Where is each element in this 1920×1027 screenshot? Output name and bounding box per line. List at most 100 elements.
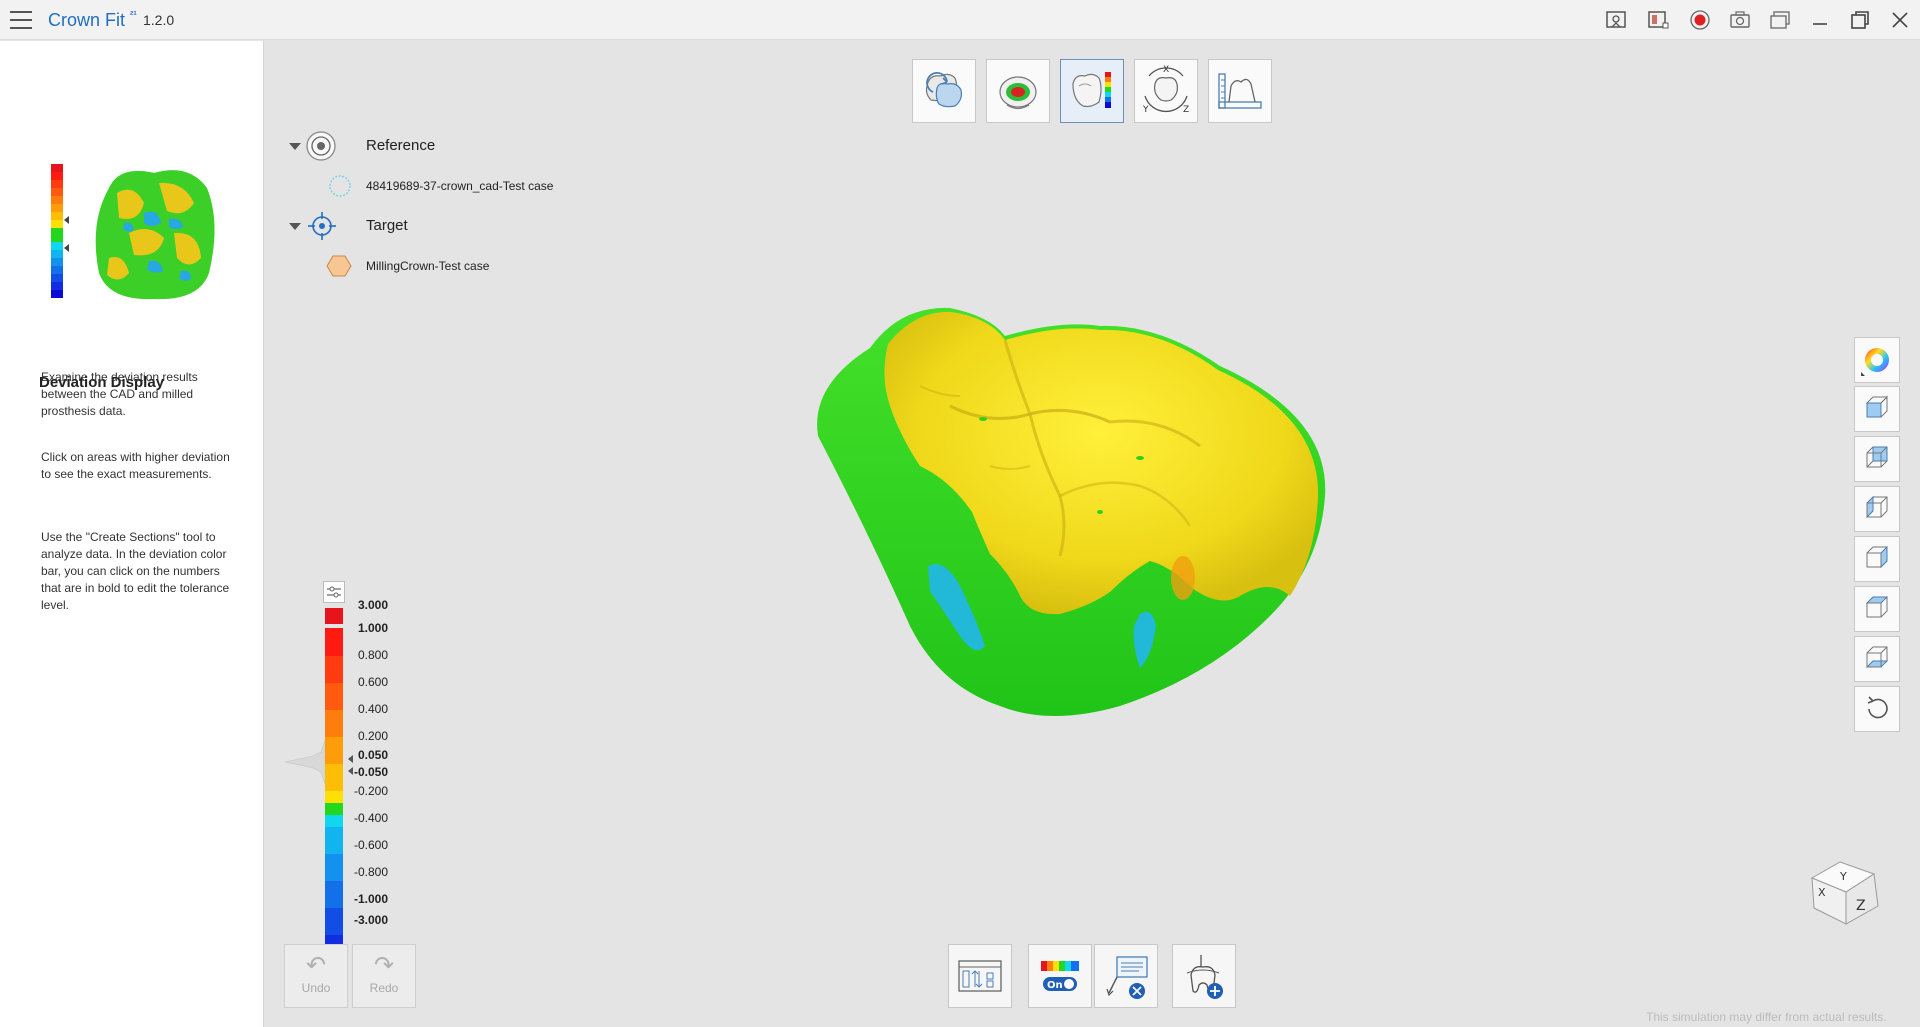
undo-icon: ↶ [305, 952, 327, 979]
mini-scale-segment [51, 274, 63, 282]
simulation-disclaimer: This simulation may differ from actual r… [1646, 1010, 1887, 1024]
record-icon[interactable] [1688, 8, 1712, 32]
navcube-label: Y [1839, 870, 1847, 883]
guide-panel: Deviation Display Examine the deviation … [0, 41, 264, 1027]
scale-label: -0.800 [354, 865, 389, 879]
mini-scale-segment [51, 228, 63, 242]
fit-tool-button[interactable] [986, 59, 1050, 123]
scale-label[interactable]: -3.000 [354, 913, 388, 927]
deviation-display-icon [1072, 72, 1111, 108]
scale-segment [325, 854, 343, 881]
undo-label: Undo [301, 981, 331, 995]
navcube-label: Z [1856, 898, 1866, 914]
app-name: Crown Fit [48, 10, 126, 30]
mini-scale-segment [51, 290, 63, 298]
lower-tolerance-marker[interactable] [348, 767, 353, 775]
scale-segment [325, 803, 343, 815]
mini-scale-segment [51, 180, 63, 188]
scale-label[interactable]: -1.000 [354, 892, 388, 906]
camera-icon[interactable] [1728, 8, 1752, 32]
panel-paragraph: Examine the deviation results between th… [41, 370, 198, 418]
reference-icon [306, 131, 336, 161]
color-wheel-button[interactable] [1854, 337, 1900, 383]
menu-icon[interactable] [10, 11, 32, 29]
mini-scale-marker [64, 216, 69, 224]
capture-icon[interactable] [1604, 8, 1628, 32]
scale-label: -0.400 [354, 811, 389, 825]
scale-segment [325, 628, 343, 656]
mini-scale-segment [51, 258, 63, 266]
scale-label[interactable]: -0.050 [354, 765, 388, 779]
mini-scale-segment [51, 164, 63, 172]
axis-tool-button[interactable]: X Y Z [1134, 59, 1198, 123]
target-expand-toggle[interactable] [289, 223, 301, 230]
align-tool-button[interactable] [912, 59, 976, 123]
scale-segment [325, 908, 343, 935]
colorbar-toggle-icon: On [1041, 961, 1079, 991]
mini-scale-segment [51, 188, 63, 196]
navigation-cube[interactable]: Y X Z [1800, 846, 1884, 930]
reset-view-button[interactable] [1854, 686, 1900, 732]
close-icon[interactable] [1888, 8, 1912, 32]
view-back-button[interactable] [1854, 436, 1900, 482]
maximize-icon[interactable] [1848, 8, 1872, 32]
view-left-button[interactable] [1854, 486, 1900, 532]
minimize-icon[interactable] [1808, 8, 1832, 32]
svg-text:X: X [1163, 65, 1169, 75]
section-tool-button[interactable] [948, 944, 1012, 1008]
mini-scale-segment [51, 266, 63, 274]
target-item[interactable]: MillingCrown-Test case [366, 259, 489, 273]
reference-item[interactable]: 48419689-37-crown_cad-Test case [366, 179, 553, 193]
colorbar-toggle-button[interactable]: On [1028, 944, 1092, 1008]
color-wheel-icon [1861, 348, 1889, 376]
view-front-icon [1865, 395, 1889, 418]
upper-tolerance-marker[interactable] [348, 755, 353, 763]
scale-label: -0.600 [354, 838, 389, 852]
title-bar: Crown Fit ²¹ 1.2.0 [0, 0, 1920, 40]
mini-color-scale [51, 164, 63, 305]
measure-tool-icon [1218, 73, 1262, 109]
add-tooth-icon [1186, 955, 1223, 999]
scale-label[interactable]: 3.000 [358, 598, 388, 612]
gallery-icon[interactable] [1768, 8, 1792, 32]
view-front-button[interactable] [1854, 386, 1900, 432]
scale-segment [325, 656, 343, 683]
redo-label: Redo [369, 981, 399, 995]
view-bottom-button[interactable] [1854, 636, 1900, 682]
navcube-label: X [1818, 886, 1826, 899]
clear-points-icon [1106, 956, 1148, 999]
view-top-icon [1865, 596, 1889, 618]
view-back-icon [1866, 446, 1888, 468]
view-right-button[interactable] [1854, 536, 1900, 582]
target-icon [308, 212, 336, 240]
scale-label[interactable]: 1.000 [358, 621, 388, 635]
scale-label: 0.200 [358, 729, 389, 743]
view-left-icon [1866, 495, 1888, 519]
scale-segment [325, 608, 343, 624]
redo-button[interactable]: ↷ Redo [352, 944, 416, 1008]
mini-scale-segment [51, 242, 63, 250]
undo-button[interactable]: ↶ Undo [284, 944, 348, 1008]
mini-scale-segment [51, 250, 63, 258]
align-tool-icon [925, 71, 962, 108]
add-tooth-button[interactable] [1172, 944, 1236, 1008]
crown-3d-model[interactable] [800, 296, 1340, 726]
mini-scale-segment [51, 282, 63, 290]
clear-points-button[interactable] [1094, 944, 1158, 1008]
scale-label: 0.600 [358, 675, 389, 689]
view-top-button[interactable] [1854, 586, 1900, 632]
deviation-display-tool-button[interactable] [1060, 59, 1124, 123]
mini-scale-segment [51, 172, 63, 180]
reference-label[interactable]: Reference [366, 137, 435, 154]
reset-view-icon [1867, 696, 1888, 719]
reference-expand-toggle[interactable] [289, 143, 301, 150]
view-bottom-icon [1865, 646, 1889, 668]
scale-settings-button[interactable] [323, 581, 345, 603]
scale-segment [325, 827, 343, 854]
scale-label[interactable]: 0.050 [358, 748, 388, 762]
target-label[interactable]: Target [366, 217, 408, 234]
measure-tool-button[interactable] [1208, 59, 1272, 123]
scale-segment [325, 683, 343, 710]
svg-text:Y: Y [1142, 105, 1149, 115]
layout-icon[interactable] [1646, 8, 1670, 32]
